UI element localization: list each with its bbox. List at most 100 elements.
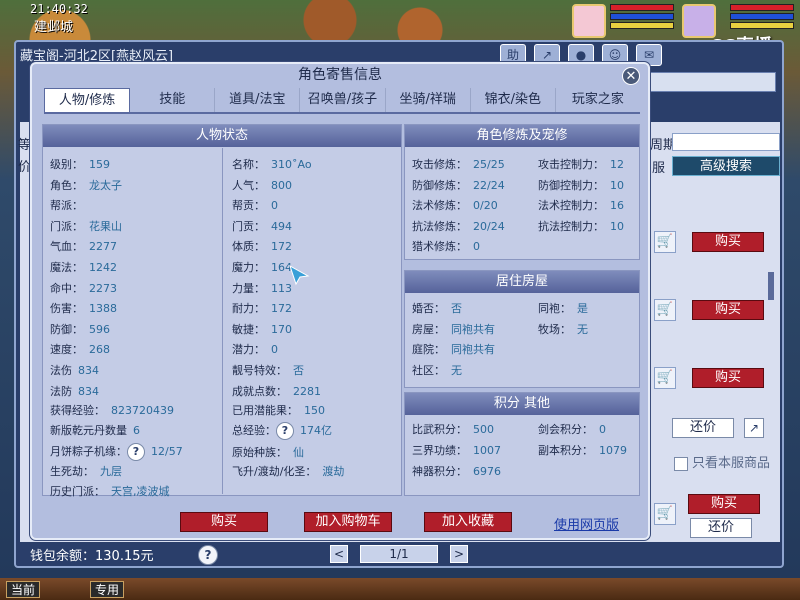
panel-header: 角色修炼及宠修 xyxy=(405,125,639,147)
status-left-row-value: 834 xyxy=(78,364,99,377)
cultivation-row-left-label: 法术修炼： xyxy=(412,199,467,212)
cultivation-row-left: 猎术修炼： 0 xyxy=(412,238,480,254)
next-page-button[interactable]: > xyxy=(450,545,468,563)
status-left-row-value: 1242 xyxy=(89,261,117,274)
status-left-row-label: 气血： xyxy=(50,240,83,254)
cart-icon[interactable]: 🛒 xyxy=(654,299,676,321)
status-right-row-label: 靓号特效： xyxy=(232,364,287,377)
status-left-row-label: 角色： xyxy=(50,178,83,192)
points-row-left-value: 6976 xyxy=(473,465,501,478)
cart-icon[interactable]: 🛒 xyxy=(654,367,676,389)
listing-buy-button[interactable]: 购买 xyxy=(692,232,764,252)
status-extra-row-value: 12/57 xyxy=(151,445,183,458)
close-icon[interactable]: ✕ xyxy=(622,67,640,85)
pet-portrait[interactable] xyxy=(572,4,606,38)
help-icon[interactable]: ? xyxy=(127,443,145,461)
add-to-cart-button[interactable]: 加入购物车 xyxy=(304,512,392,532)
status-right-row: 帮贡： 0 xyxy=(232,197,278,213)
add-to-favorites-button[interactable]: 加入收藏 xyxy=(424,512,512,532)
channel-current-button[interactable]: 当前 xyxy=(6,581,41,598)
tab-items[interactable]: 道具/法宝 xyxy=(215,88,301,112)
listing-buy-button[interactable]: 购买 xyxy=(692,368,764,388)
status-left-row-label: 命中： xyxy=(50,281,83,295)
status-right-row: 力量： 113 xyxy=(232,280,292,296)
status-left-row-value: 268 xyxy=(89,343,110,357)
status-left-row-value: 2273 xyxy=(89,281,117,295)
status-left-row: 级别： 159 xyxy=(50,156,110,172)
channel-exclusive-button[interactable]: 专用 xyxy=(90,581,125,598)
listing-scrollbar[interactable] xyxy=(768,272,774,300)
points-row-right-label: 剑会积分： xyxy=(538,423,593,436)
status-extra-row-label: 原始种族： xyxy=(232,446,287,459)
role-consignment-dialog: 角色寄售信息 ✕ 人物/修炼 技能 道具/法宝 召唤兽/孩子 坐骑/祥瑞 锦衣/… xyxy=(30,62,650,540)
help-icon[interactable]: ? xyxy=(276,422,294,440)
housing-row-left: 社区： 无 xyxy=(412,362,462,378)
cultivation-row-right-value: 10 xyxy=(610,178,624,192)
cart-icon[interactable]: 🛒 xyxy=(654,231,676,253)
status-right-row-value: 310˚Ao xyxy=(271,158,312,171)
status-extra-row-label: 新版乾元丹数量 xyxy=(50,424,127,437)
housing-row-left-label: 庭院： xyxy=(412,343,445,356)
period-input[interactable] xyxy=(672,133,780,151)
status-left-row-label: 门派： xyxy=(50,219,83,233)
status-extra-row: 已用潜能果： 150 xyxy=(232,402,325,418)
mouse-cursor-icon xyxy=(289,264,310,286)
tab-character[interactable]: 人物/修炼 xyxy=(44,88,131,112)
current-city: 建邺城 xyxy=(34,20,74,35)
status-left-row-label: 速度： xyxy=(50,343,83,357)
tab-player-home[interactable]: 玩家之家 xyxy=(556,88,640,112)
status-left-row-value: 花果山 xyxy=(89,219,122,233)
advanced-search-button[interactable]: 高级搜索 xyxy=(672,156,780,176)
cultivation-row-left: 法术修炼： 0/20 xyxy=(412,197,498,213)
status-extra-row-value: 仙 xyxy=(293,446,304,459)
status-right-row-label: 潜力： xyxy=(232,343,265,357)
cultivation-row-right-value: 12 xyxy=(610,158,624,171)
housing-row-left-label: 社区： xyxy=(412,363,445,377)
status-left-row-value: 1388 xyxy=(89,302,117,316)
status-right-row: 潜力： 0 xyxy=(232,341,278,357)
housing-row-left-value: 同袍共有 xyxy=(451,322,495,336)
listing-haggle-button[interactable]: 还价 xyxy=(672,418,734,438)
status-left-row: 魔法： 1242 xyxy=(50,259,117,275)
status-left-row-value: 596 xyxy=(89,322,110,336)
wallet-help-icon[interactable]: ? xyxy=(198,545,218,565)
status-extra-row-label: 总经验： xyxy=(232,424,276,437)
status-right-row: 敏捷： 170 xyxy=(232,321,292,337)
status-left-row-label: 法防 xyxy=(50,384,72,398)
buy-button[interactable]: 购买 xyxy=(180,512,268,532)
status-extra-row: 飞升/渡劫/化圣： 渡劫 xyxy=(232,463,344,479)
cultivation-row-right: 防御控制力： 10 xyxy=(538,177,624,193)
tab-mounts[interactable]: 坐骑/祥瑞 xyxy=(386,88,471,112)
page-indicator: 1/1 xyxy=(360,545,438,563)
tab-skills[interactable]: 技能 xyxy=(130,88,216,112)
status-right-row-value: 0 xyxy=(271,199,278,213)
use-web-version-link[interactable]: 使用网页版 xyxy=(554,514,619,533)
game-clock: 21:40:32 xyxy=(30,2,88,16)
housing-row-right-label: 牧场： xyxy=(538,322,571,336)
listing-buy-button[interactable]: 购买 xyxy=(692,300,764,320)
status-right-row-value: 0 xyxy=(271,343,278,357)
housing-row-left: 婚否： 否 xyxy=(412,300,462,316)
status-left-row: 门派： 花果山 xyxy=(50,218,122,234)
tab-pets[interactable]: 召唤兽/孩子 xyxy=(300,88,386,112)
cart-icon[interactable]: 🛒 xyxy=(654,503,676,525)
cultivation-row-left-label: 抗法修炼： xyxy=(412,219,467,233)
status-right-row: 魔力： 164 xyxy=(232,259,292,275)
status-right-row: 体质： 172 xyxy=(232,238,292,254)
status-extra-row-label: 获得经验： xyxy=(50,404,105,417)
status-right-row: 成就点数： 2281 xyxy=(232,383,321,399)
tab-outfits[interactable]: 锦衣/染色 xyxy=(471,88,556,112)
cultivation-row-left-value: 22/24 xyxy=(473,178,505,192)
listing-haggle-button[interactable]: 还价 xyxy=(690,518,752,538)
listing-buy-button[interactable]: 购买 xyxy=(688,494,760,514)
cultivation-row-right-label: 攻击控制力： xyxy=(538,158,604,171)
status-extra-row-value: 6 xyxy=(133,424,140,437)
status-extra-row: 总经验：? 174亿 xyxy=(232,422,332,440)
points-row-left-value: 500 xyxy=(473,423,494,436)
only-this-server-checkbox[interactable]: 只看本服商品 xyxy=(673,452,770,471)
points-row-left: 神器积分： 6976 xyxy=(412,463,501,479)
wallet-value: 130.15元 xyxy=(95,549,154,564)
share-icon[interactable]: ↗ xyxy=(744,418,764,438)
status-left-row-label: 法伤 xyxy=(50,364,72,377)
prev-page-button[interactable]: < xyxy=(330,545,348,563)
